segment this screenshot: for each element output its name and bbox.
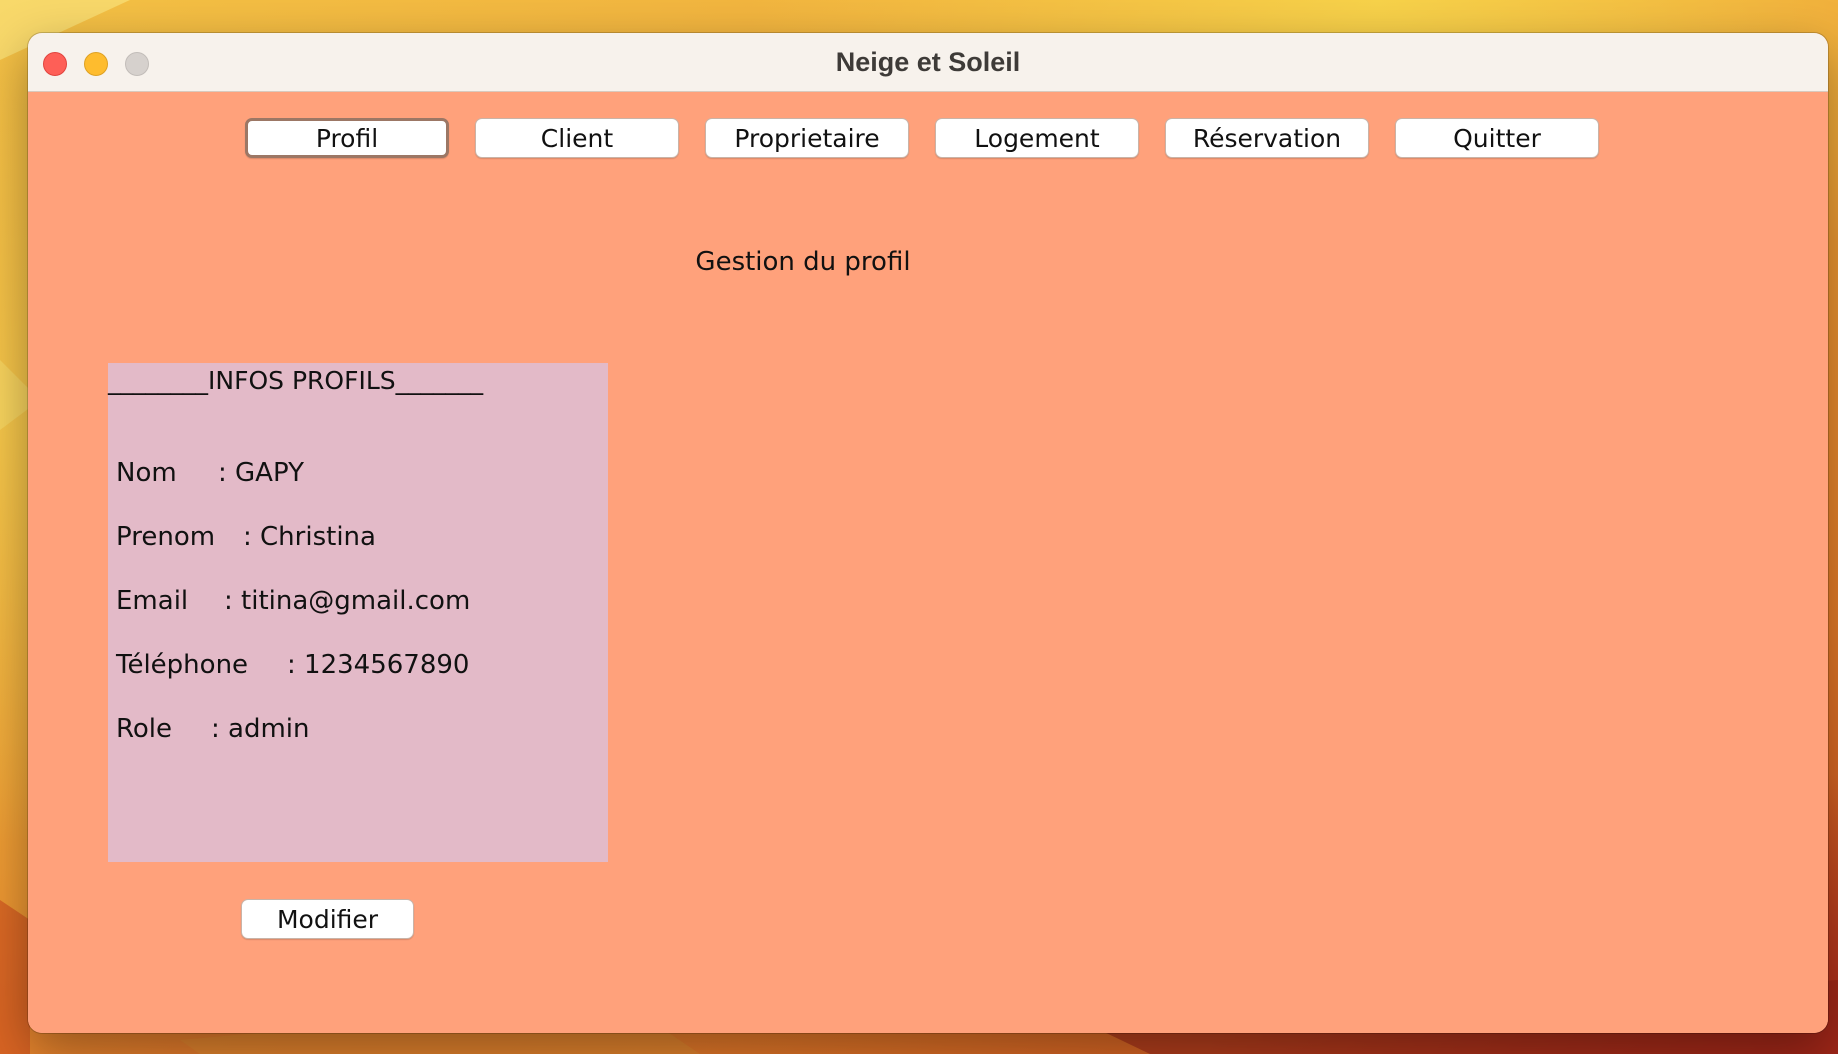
info-row-nom: Nom: GAPY bbox=[116, 458, 304, 488]
app-window: Neige et Soleil Profil Client Proprietai… bbox=[28, 33, 1828, 1033]
info-value: titina@gmail.com bbox=[241, 586, 471, 616]
tab-logement[interactable]: Logement bbox=[935, 118, 1139, 158]
profile-info-panel: ________INFOS PROFILS_______ Nom: GAPY P… bbox=[108, 363, 608, 862]
info-label: Téléphone bbox=[116, 650, 249, 680]
tab-reservation[interactable]: Réservation bbox=[1165, 118, 1369, 158]
section-title: Gestion du profil bbox=[695, 247, 911, 277]
title-bar[interactable]: Neige et Soleil bbox=[28, 33, 1828, 92]
info-value: Christina bbox=[260, 522, 376, 552]
info-row-role: Role: admin bbox=[116, 714, 310, 744]
tab-client[interactable]: Client bbox=[475, 118, 679, 158]
profile-info-header: ________INFOS PROFILS_______ bbox=[108, 366, 484, 395]
tab-profil[interactable]: Profil bbox=[245, 118, 449, 158]
info-label: Prenom bbox=[116, 522, 216, 552]
tab-quitter[interactable]: Quitter bbox=[1395, 118, 1599, 158]
info-value: GAPY bbox=[235, 458, 304, 488]
info-row-prenom: Prenom: Christina bbox=[116, 522, 376, 552]
info-row-email: Email: titina@gmail.com bbox=[116, 586, 471, 616]
info-label: Nom bbox=[116, 458, 177, 488]
info-value: 1234567890 bbox=[304, 650, 470, 680]
main-content: Profil Client Proprietaire Logement Rése… bbox=[28, 92, 1828, 1033]
window-title: Neige et Soleil bbox=[835, 47, 1021, 77]
info-row-telephone: Téléphone: 1234567890 bbox=[116, 650, 470, 680]
info-label: Email bbox=[116, 586, 189, 616]
info-value: admin bbox=[228, 714, 310, 744]
tab-bar: Profil Client Proprietaire Logement Rése… bbox=[245, 118, 1599, 158]
info-label: Role bbox=[116, 714, 173, 744]
tab-proprietaire[interactable]: Proprietaire bbox=[705, 118, 909, 158]
modify-button[interactable]: Modifier bbox=[241, 899, 414, 939]
